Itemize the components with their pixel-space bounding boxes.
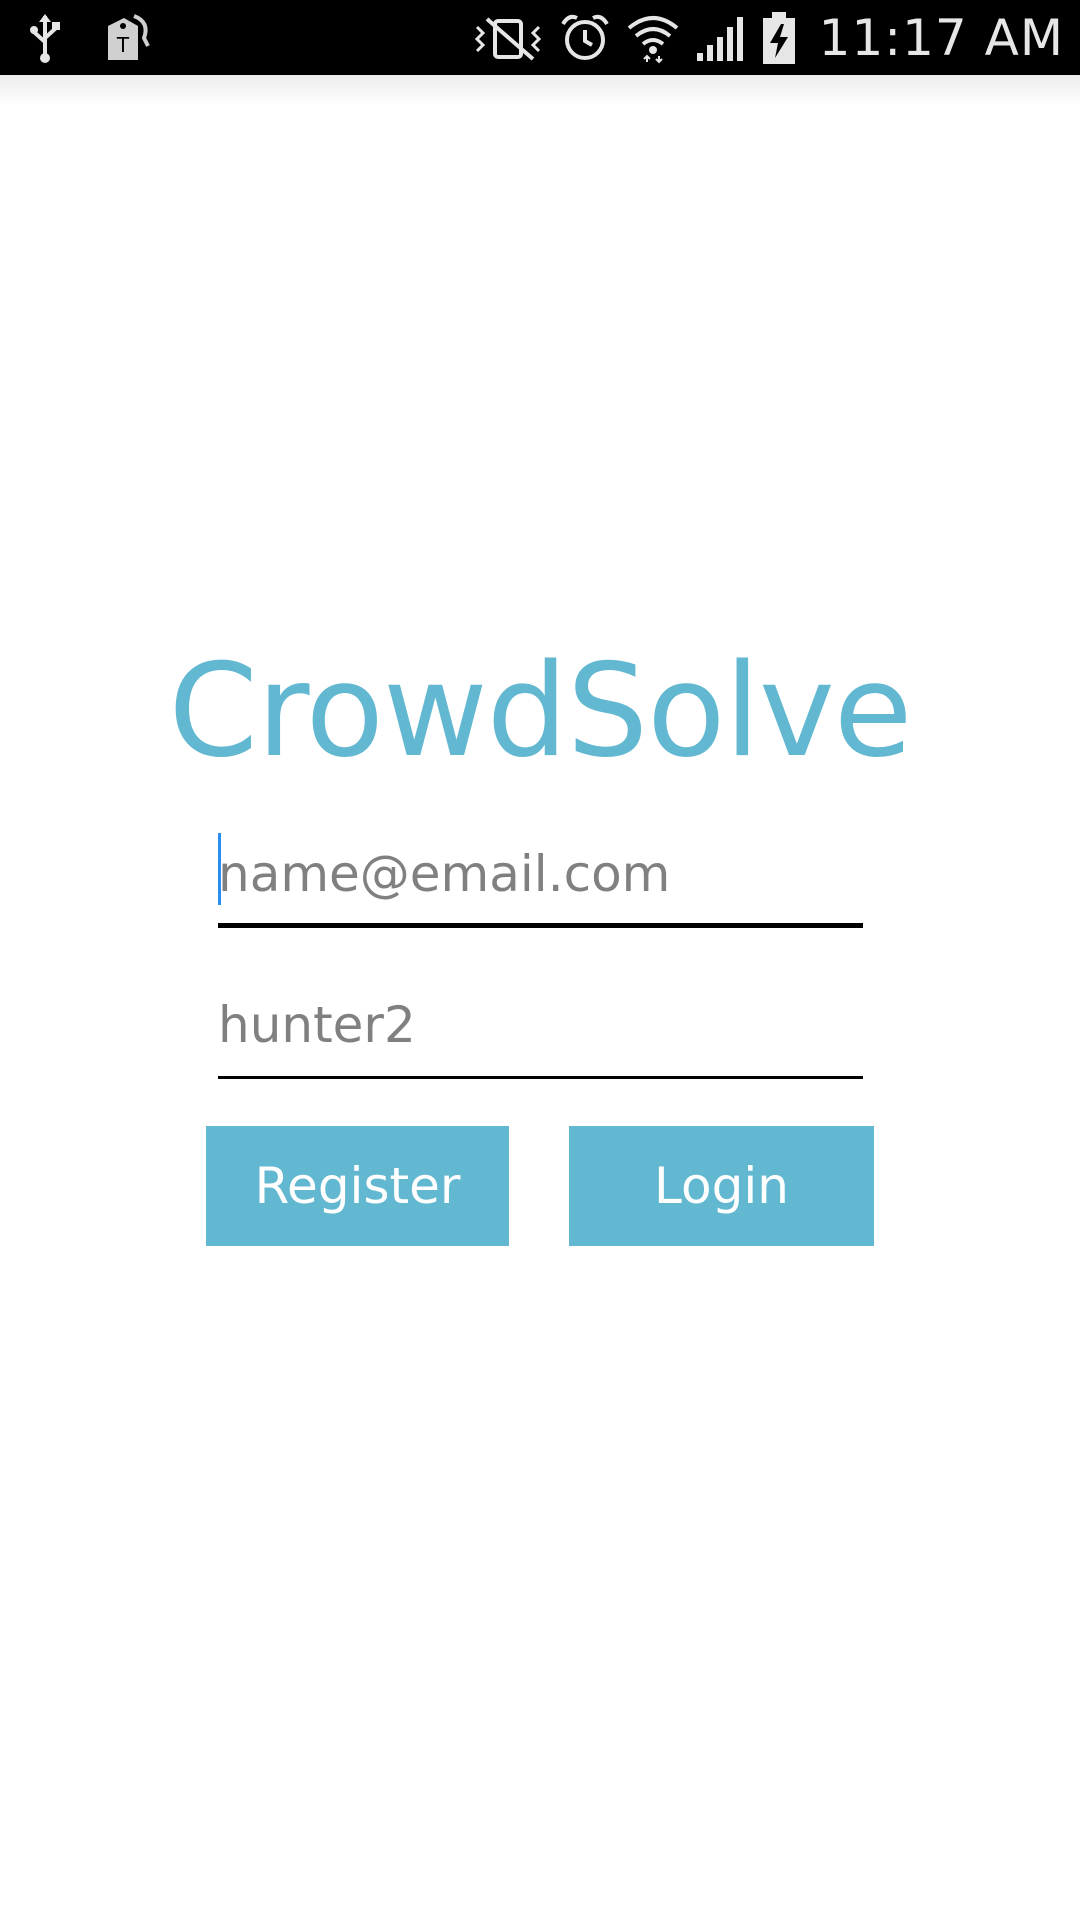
signal-icon <box>695 13 747 63</box>
vibrate-mute-icon <box>473 13 545 63</box>
email-field-value: name@email.com <box>218 845 671 903</box>
password-field-value: hunter2 <box>218 996 416 1054</box>
svg-text:T: T <box>116 33 130 57</box>
text-cursor <box>218 833 221 905</box>
alarm-icon <box>559 12 611 64</box>
password-field-underline <box>218 1076 863 1079</box>
battery-charging-icon <box>761 10 797 66</box>
status-right-icons: 11:17 AM <box>473 0 1064 75</box>
register-button[interactable]: Register <box>206 1126 509 1246</box>
status-bar: T 11:17 AM <box>0 0 1080 75</box>
clock: 11:17 AM <box>818 8 1064 67</box>
usb-icon <box>28 12 62 64</box>
email-field[interactable]: name@email.com <box>218 845 863 928</box>
password-field[interactable]: hunter2 <box>218 996 863 1079</box>
email-field-underline <box>218 923 863 928</box>
tmobile-tag-icon: T <box>104 12 152 64</box>
status-left-icons: T <box>28 10 152 66</box>
action-bar-shadow <box>0 75 1080 105</box>
wifi-icon <box>625 12 681 64</box>
login-button[interactable]: Login <box>569 1126 874 1246</box>
app-title: CrowdSolve <box>168 637 912 786</box>
